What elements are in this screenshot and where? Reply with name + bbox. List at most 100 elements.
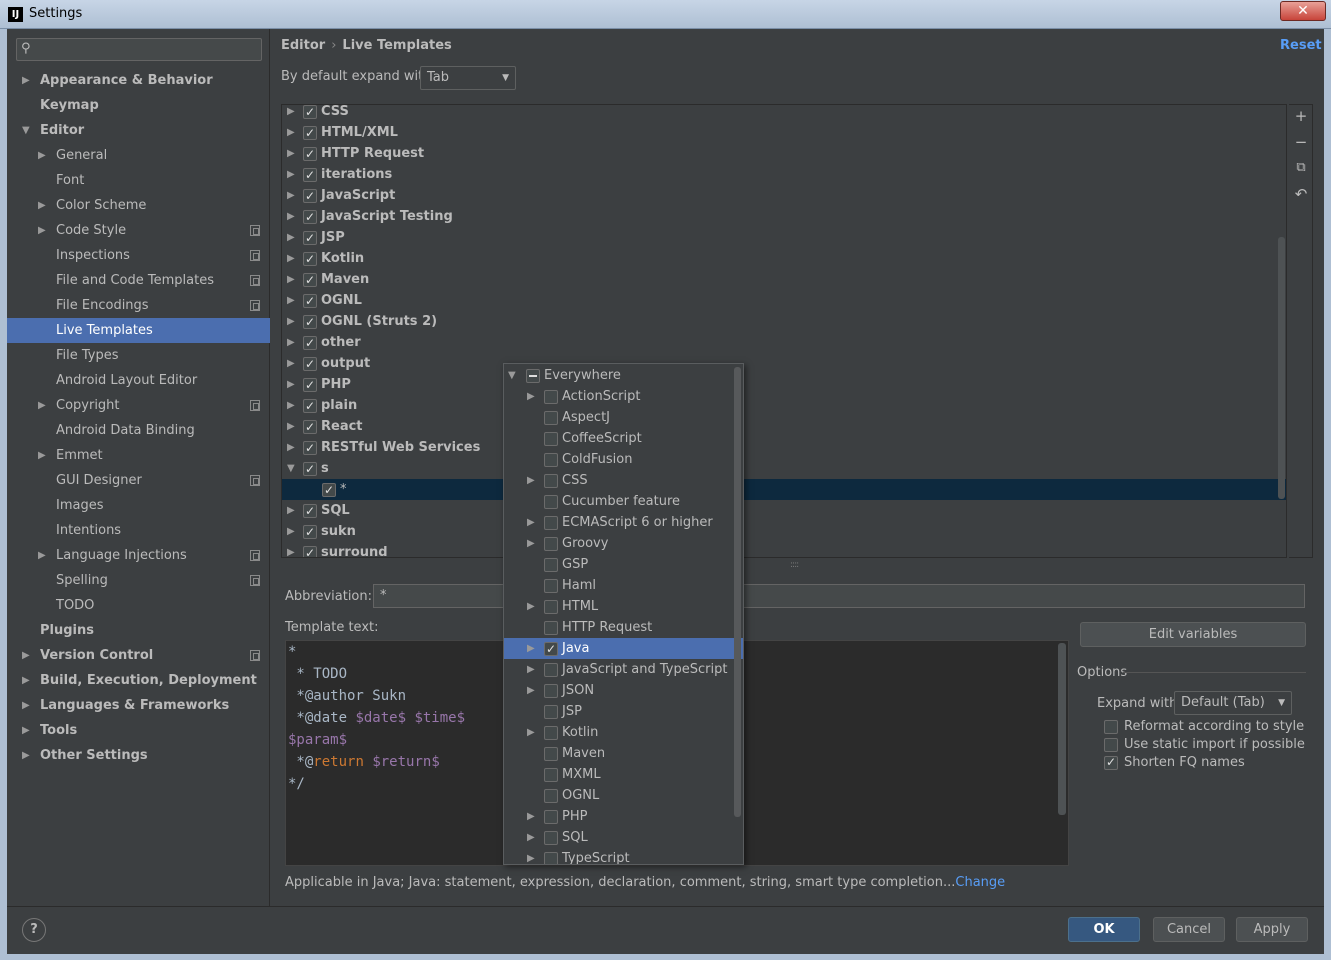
chevron-right-icon[interactable]: ▶ <box>527 827 535 848</box>
sidebar-item-version-control[interactable]: ▶ Version Control <box>7 643 270 668</box>
help-button[interactable]: ? <box>22 918 46 942</box>
template-group-row[interactable]: ▶ output <box>282 353 1286 375</box>
context-checkbox[interactable] <box>544 390 558 404</box>
chevron-right-icon[interactable]: ▶ <box>287 311 295 332</box>
restore-icon[interactable]: ↶ <box>1292 185 1310 203</box>
template-checkbox[interactable] <box>303 249 317 270</box>
sidebar-item-other-settings[interactable]: ▶ Other Settings <box>7 743 270 768</box>
sidebar-item-images[interactable]: Images <box>7 493 270 518</box>
chevron-right-icon[interactable]: ▶ <box>22 668 30 693</box>
sidebar-item-languages-frameworks[interactable]: ▶ Languages & Frameworks <box>7 693 270 718</box>
apply-button[interactable]: Apply <box>1236 917 1308 942</box>
template-checkbox[interactable] <box>303 501 317 522</box>
context-checkbox[interactable] <box>544 432 558 446</box>
change-contexts-link[interactable]: Change <box>955 875 1005 890</box>
template-checkbox[interactable] <box>303 354 317 375</box>
sidebar-item-language-injections[interactable]: ▶ Language Injections <box>7 543 270 568</box>
template-group-row[interactable]: ▶ JSP <box>282 227 1286 249</box>
template-group-row[interactable]: ▶ HTML/XML <box>282 122 1286 144</box>
expand-with-select[interactable]: Default (Tab) ▼ <box>1174 691 1292 715</box>
chevron-right-icon[interactable]: ▶ <box>527 533 535 554</box>
context-item-actionscript[interactable]: ▶ ActionScript <box>504 386 743 407</box>
template-checkbox[interactable] <box>303 291 317 312</box>
template-group-row[interactable]: ▶ PHP <box>282 374 1286 396</box>
context-checkbox[interactable] <box>544 684 558 698</box>
template-group-row[interactable]: ▶ JavaScript Testing <box>282 206 1286 228</box>
template-checkbox[interactable] <box>303 144 317 165</box>
sidebar-item-appearance-behavior[interactable]: ▶ Appearance & Behavior <box>7 68 270 93</box>
sidebar-item-file-types[interactable]: File Types <box>7 343 270 368</box>
template-group-row[interactable]: ▶ OGNL (Struts 2) <box>282 311 1286 333</box>
context-item-aspectj[interactable]: AspectJ <box>504 407 743 428</box>
chevron-right-icon[interactable]: ▶ <box>527 638 535 659</box>
chevron-right-icon[interactable]: ▶ <box>287 437 295 458</box>
sidebar-item-inspections[interactable]: Inspections <box>7 243 270 268</box>
sidebar-item-gui-designer[interactable]: GUI Designer <box>7 468 270 493</box>
template-checkbox[interactable] <box>303 396 317 417</box>
context-item-php[interactable]: ▶ PHP <box>504 806 743 827</box>
context-checkbox[interactable] <box>544 852 558 864</box>
sidebar-item-todo[interactable]: TODO <box>7 593 270 618</box>
template-group-row[interactable]: ▶ SQL <box>282 500 1286 522</box>
splitter-handle[interactable]: :::: <box>790 560 799 570</box>
sidebar-item-code-style[interactable]: ▶ Code Style <box>7 218 270 243</box>
context-item-mxml[interactable]: MXML <box>504 764 743 785</box>
chevron-right-icon[interactable]: ▶ <box>38 393 46 418</box>
context-checkbox[interactable] <box>544 495 558 509</box>
chevron-right-icon[interactable]: ▶ <box>527 722 535 743</box>
chevron-right-icon[interactable]: ▶ <box>527 848 535 864</box>
chevron-right-icon[interactable]: ▶ <box>38 543 46 568</box>
chevron-right-icon[interactable]: ▶ <box>287 542 295 557</box>
chevron-right-icon[interactable]: ▶ <box>22 693 30 718</box>
sidebar-item-tools[interactable]: ▶ Tools <box>7 718 270 743</box>
template-checkbox[interactable] <box>303 438 317 459</box>
chevron-right-icon[interactable]: ▶ <box>287 164 295 185</box>
context-checkbox[interactable] <box>544 747 558 761</box>
chevron-right-icon[interactable]: ▶ <box>527 512 535 533</box>
chevron-right-icon[interactable]: ▶ <box>287 143 295 164</box>
context-item-http-request[interactable]: HTTP Request <box>504 617 743 638</box>
sidebar-item-editor[interactable]: ▼ Editor <box>7 118 270 143</box>
chevron-right-icon[interactable]: ▶ <box>287 395 295 416</box>
template-checkbox[interactable] <box>303 105 317 123</box>
chevron-right-icon[interactable]: ▶ <box>527 386 535 407</box>
context-item-coldfusion[interactable]: ColdFusion <box>504 449 743 470</box>
template-checkbox[interactable] <box>303 543 317 557</box>
context-item-typescript[interactable]: ▶ TypeScript <box>504 848 743 864</box>
template-item[interactable]: * <box>282 479 1286 501</box>
chevron-right-icon[interactable]: ▶ <box>287 353 295 374</box>
template-checkbox[interactable] <box>303 270 317 291</box>
chevron-right-icon[interactable]: ▶ <box>527 596 535 617</box>
template-checkbox[interactable] <box>303 375 317 396</box>
sidebar-item-file-encodings[interactable]: File Encodings <box>7 293 270 318</box>
sidebar-item-keymap[interactable]: Keymap <box>7 93 270 118</box>
shorten-fq-checkbox[interactable] <box>1104 753 1118 771</box>
chevron-right-icon[interactable]: ▶ <box>287 185 295 206</box>
popup-scrollbar[interactable] <box>734 367 741 817</box>
context-checkbox[interactable] <box>544 768 558 782</box>
breadcrumb-editor[interactable]: Editor <box>281 38 325 53</box>
edit-variables-button[interactable]: Edit variables <box>1080 622 1306 647</box>
template-group-row[interactable]: ▶ sukn <box>282 521 1286 543</box>
context-item-javascript-and-typescript[interactable]: ▶ JavaScript and TypeScript <box>504 659 743 680</box>
template-group-row[interactable]: ▶ React <box>282 416 1286 438</box>
sidebar-item-plugins[interactable]: Plugins <box>7 618 270 643</box>
sidebar-item-intentions[interactable]: Intentions <box>7 518 270 543</box>
template-group-row[interactable]: ▶ other <box>282 332 1286 354</box>
context-item-ecmascript-6-or-higher[interactable]: ▶ ECMAScript 6 or higher <box>504 512 743 533</box>
context-checkbox[interactable] <box>544 411 558 425</box>
sidebar-item-android-data-binding[interactable]: Android Data Binding <box>7 418 270 443</box>
chevron-right-icon[interactable]: ▶ <box>22 643 30 668</box>
template-checkbox[interactable] <box>303 228 317 249</box>
context-item-everywhere[interactable]: ▼ Everywhere <box>504 365 743 386</box>
context-checkbox[interactable] <box>544 639 558 660</box>
default-expand-select[interactable]: Tab ▼ <box>420 66 516 90</box>
template-group-row[interactable]: ▶ RESTful Web Services <box>282 437 1286 459</box>
close-window-button[interactable]: ✕ <box>1280 1 1326 21</box>
template-checkbox[interactable] <box>303 186 317 207</box>
copy-icon[interactable]: ⧉ <box>1292 159 1310 177</box>
reset-link[interactable]: Reset <box>1280 38 1322 53</box>
context-item-sql[interactable]: ▶ SQL <box>504 827 743 848</box>
context-checkbox[interactable] <box>544 474 558 488</box>
context-checkbox[interactable] <box>544 726 558 740</box>
